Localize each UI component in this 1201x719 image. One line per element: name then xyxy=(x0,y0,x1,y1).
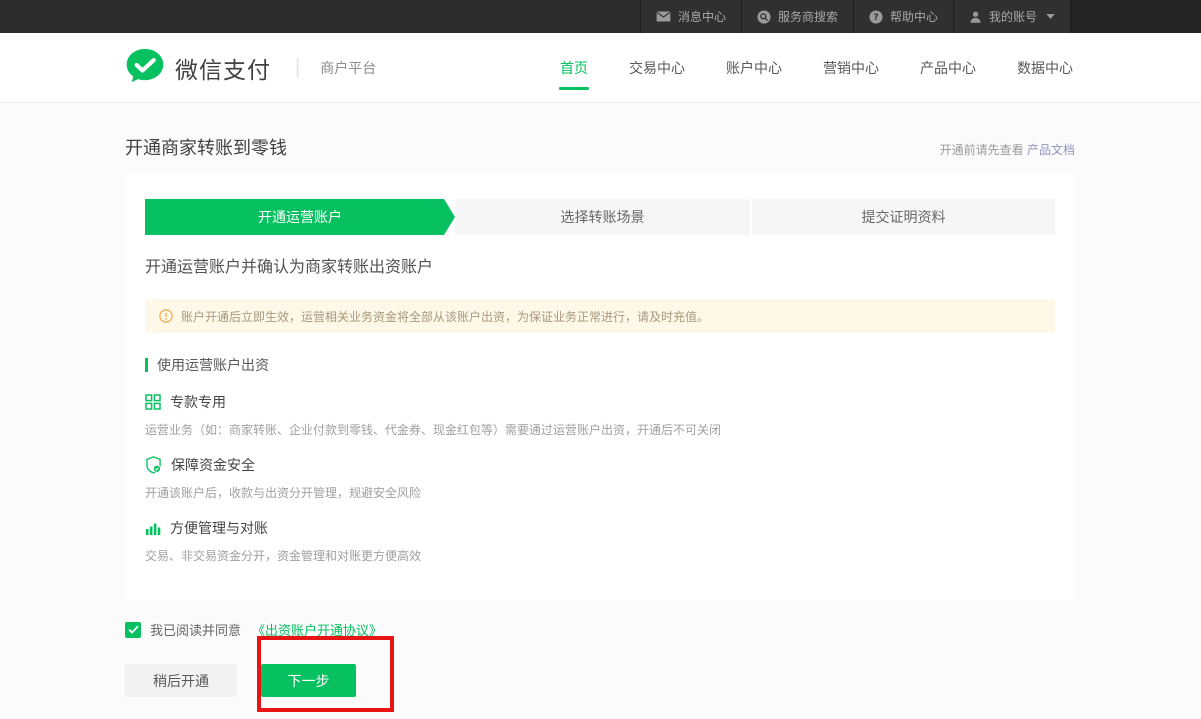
check-icon xyxy=(128,625,139,634)
nav-item-data-center[interactable]: 数据中心 xyxy=(1017,33,1073,103)
next-step-button[interactable]: 下一步 xyxy=(261,664,356,697)
nav-item-home[interactable]: 首页 xyxy=(560,33,588,103)
grid-icon xyxy=(145,394,161,410)
topbar-item-label: 服务商搜索 xyxy=(778,8,838,25)
steps-bar: 开通运营账户 选择转账场景 提交证明资料 xyxy=(145,199,1055,235)
warning-icon xyxy=(159,309,173,323)
open-later-button[interactable]: 稍后开通 xyxy=(125,664,237,697)
shield-icon xyxy=(145,456,162,474)
feature-desc: 交易、非交易资金分开，资金管理和对账更方便高效 xyxy=(145,547,1055,564)
page-title: 开通商家转账到零钱 xyxy=(125,134,287,160)
feature-desc: 运营业务（如：商家转账、企业付款到零钱、代金券、现金红包等）需要通过运营账户出资… xyxy=(145,421,1055,438)
feature-title: 专款专用 xyxy=(170,392,226,412)
agreement-link[interactable]: 《出资账户开通协议》 xyxy=(252,620,382,639)
notice-banner: 账户开通后立即生效，运营相关业务资金将全部从该账户出资，为保证业务正常进行，请及… xyxy=(145,299,1055,333)
action-buttons-row: 稍后开通 下一步 xyxy=(125,664,1201,697)
card-heading: 开通运营账户并确认为商家转账出资账户 xyxy=(145,253,1055,277)
chevron-down-icon xyxy=(1046,14,1055,19)
nav-item-product-center[interactable]: 产品中心 xyxy=(920,33,976,103)
topbar: 消息中心 服务商搜索 ? 帮助中心 我的账号 xyxy=(0,0,1201,33)
user-icon xyxy=(969,10,982,24)
brand-name: 微信支付 xyxy=(175,51,271,85)
topbar-item-label: 消息中心 xyxy=(678,8,726,25)
nav-item-account-center[interactable]: 账户中心 xyxy=(726,33,782,103)
feature-dedicated-funds: 专款专用 运营业务（如：商家转账、企业付款到零钱、代金券、现金红包等）需要通过运… xyxy=(145,392,1055,438)
wechat-pay-logo-icon xyxy=(125,47,165,89)
brand-separator: | xyxy=(295,56,300,79)
topbar-item-provider-search[interactable]: 服务商搜索 xyxy=(741,0,853,33)
main-card: 开通运营账户 选择转账场景 提交证明资料 开通运营账户并确认为商家转账出资账户 … xyxy=(125,173,1075,600)
nav-item-transactions[interactable]: 交易中心 xyxy=(629,33,685,103)
doc-hint-text: 开通前请先查看 xyxy=(940,143,1027,157)
feature-desc: 开通该账户后，收款与出资分开管理，规避安全风险 xyxy=(145,484,1055,501)
agreement-checkbox[interactable] xyxy=(125,622,141,638)
product-doc-link[interactable]: 产品文档 xyxy=(1027,143,1075,157)
header: 微信支付 | 商户平台 首页 交易中心 账户中心 营销中心 产品中心 数据中心 xyxy=(0,33,1201,103)
topbar-item-account[interactable]: 我的账号 xyxy=(953,0,1070,33)
search-icon xyxy=(757,10,771,24)
topbar-item-label: 帮助中心 xyxy=(890,8,938,25)
nav-item-marketing-center[interactable]: 营销中心 xyxy=(823,33,879,103)
agreement-row: 我已阅读并同意 《出资账户开通协议》 xyxy=(125,620,1201,639)
doc-hint-area: 开通前请先查看 产品文档 xyxy=(940,141,1075,158)
step-1-open-operating-account: 开通运营账户 xyxy=(145,199,455,235)
step-3-submit-proof: 提交证明资料 xyxy=(752,199,1055,235)
topbar-item-label: 我的账号 xyxy=(989,8,1037,25)
section-title: 使用运营账户出资 xyxy=(157,355,269,375)
svg-text:?: ? xyxy=(873,13,878,23)
notice-text: 账户开通后立即生效，运营相关业务资金将全部从该账户出资，为保证业务正常进行，请及… xyxy=(181,308,709,325)
message-icon xyxy=(656,11,671,22)
topbar-item-messages[interactable]: 消息中心 xyxy=(640,0,741,33)
help-icon: ? xyxy=(869,10,883,24)
main-nav: 首页 交易中心 账户中心 营销中心 产品中心 数据中心 xyxy=(560,33,1073,103)
brand-subtitle: 商户平台 xyxy=(320,58,376,78)
topbar-item-help[interactable]: ? 帮助中心 xyxy=(853,0,953,33)
brand-logo-link[interactable]: 微信支付 | 商户平台 xyxy=(125,47,376,89)
bar-chart-icon xyxy=(145,520,161,536)
topbar-spacer xyxy=(1070,0,1201,33)
feature-title: 方便管理与对账 xyxy=(170,518,268,538)
green-bar-decoration xyxy=(145,358,148,372)
section-label: 使用运营账户出资 xyxy=(145,355,1055,375)
feature-fund-safety: 保障资金安全 开通该账户后，收款与出资分开管理，规避安全风险 xyxy=(145,455,1055,501)
feature-easy-reconciliation: 方便管理与对账 交易、非交易资金分开，资金管理和对账更方便高效 xyxy=(145,518,1055,564)
title-row: 开通商家转账到零钱 开通前请先查看 产品文档 xyxy=(125,134,1075,160)
step-2-choose-transfer-scene: 选择转账场景 xyxy=(455,199,750,235)
feature-title: 保障资金安全 xyxy=(171,455,255,475)
agreement-text: 我已阅读并同意 xyxy=(150,620,241,639)
